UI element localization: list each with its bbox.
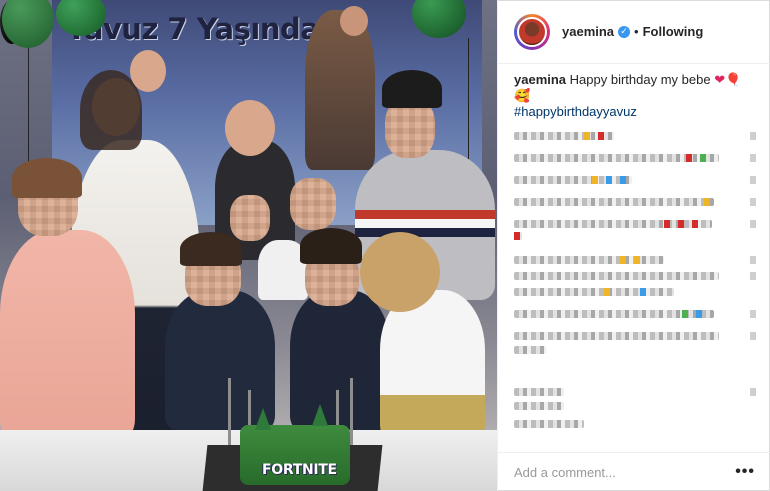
blurred-comment	[514, 256, 756, 264]
blurred-comment	[514, 176, 756, 184]
backdrop-character	[305, 10, 375, 170]
following-button[interactable]: Following	[643, 24, 704, 39]
post-photo[interactable]: Yavuz 7 Yaşında FORTNITE	[0, 0, 497, 491]
blurred-face	[290, 178, 336, 230]
comments-list: yaemina Happy birthday my bebe ❤🎈🥰 #happ…	[514, 72, 756, 354]
blurred-comment	[514, 346, 546, 354]
add-comment-input[interactable]	[514, 464, 736, 480]
header-user-line: yaemina ✓ • Following	[562, 24, 703, 39]
add-comment-bar: •••	[498, 452, 770, 491]
profile-picture	[517, 16, 547, 47]
blurred-comment	[514, 220, 756, 228]
post-header: yaemina ✓ • Following	[498, 0, 770, 64]
hair	[180, 232, 242, 266]
verified-badge-icon: ✓	[618, 25, 631, 38]
caption-username[interactable]: yaemina	[514, 72, 566, 87]
hair	[382, 70, 442, 108]
blurred-timestamp	[514, 420, 584, 428]
backdrop-boy-head	[130, 50, 166, 92]
avatar[interactable]	[514, 13, 550, 50]
blurred-likes	[514, 388, 756, 396]
cake-tree	[312, 404, 328, 426]
blurred-comment	[514, 198, 756, 206]
hair	[300, 228, 362, 264]
hair	[12, 158, 82, 198]
header-username[interactable]: yaemina	[562, 24, 614, 39]
cake-label: FORTNITE	[262, 462, 337, 478]
more-options-icon[interactable]: •••	[735, 463, 755, 481]
blurred-comment	[514, 332, 756, 340]
blurred-comment	[514, 272, 756, 280]
header-separator: •	[634, 24, 639, 39]
caption-text: Happy birthday my bebe	[569, 72, 711, 87]
boy-navy-sweater	[290, 290, 390, 430]
blurred-face	[230, 195, 270, 241]
post-side-panel: yaemina ✓ • Following yaemina Happy birt…	[497, 0, 770, 491]
blurred-likes	[514, 402, 564, 410]
girl-white-jacket	[380, 290, 485, 440]
balloon-string	[28, 48, 29, 168]
balloon-string	[468, 38, 469, 178]
blurred-comment	[514, 132, 756, 140]
blonde-hair	[360, 232, 440, 312]
blurred-comment	[514, 232, 522, 240]
blurred-comment	[514, 310, 756, 318]
girl-pink-dress	[0, 230, 135, 440]
blurred-comment	[514, 154, 756, 162]
post-caption: yaemina Happy birthday my bebe ❤🎈🥰 #happ…	[514, 72, 754, 120]
caption-hashtag[interactable]: #happybirthdayyavuz	[514, 104, 754, 120]
post-actions-blurred	[514, 388, 756, 428]
cake-tree	[255, 408, 271, 430]
blurred-comment	[514, 288, 674, 296]
backdrop-character-head	[340, 6, 368, 36]
adult-man-head	[225, 100, 275, 156]
